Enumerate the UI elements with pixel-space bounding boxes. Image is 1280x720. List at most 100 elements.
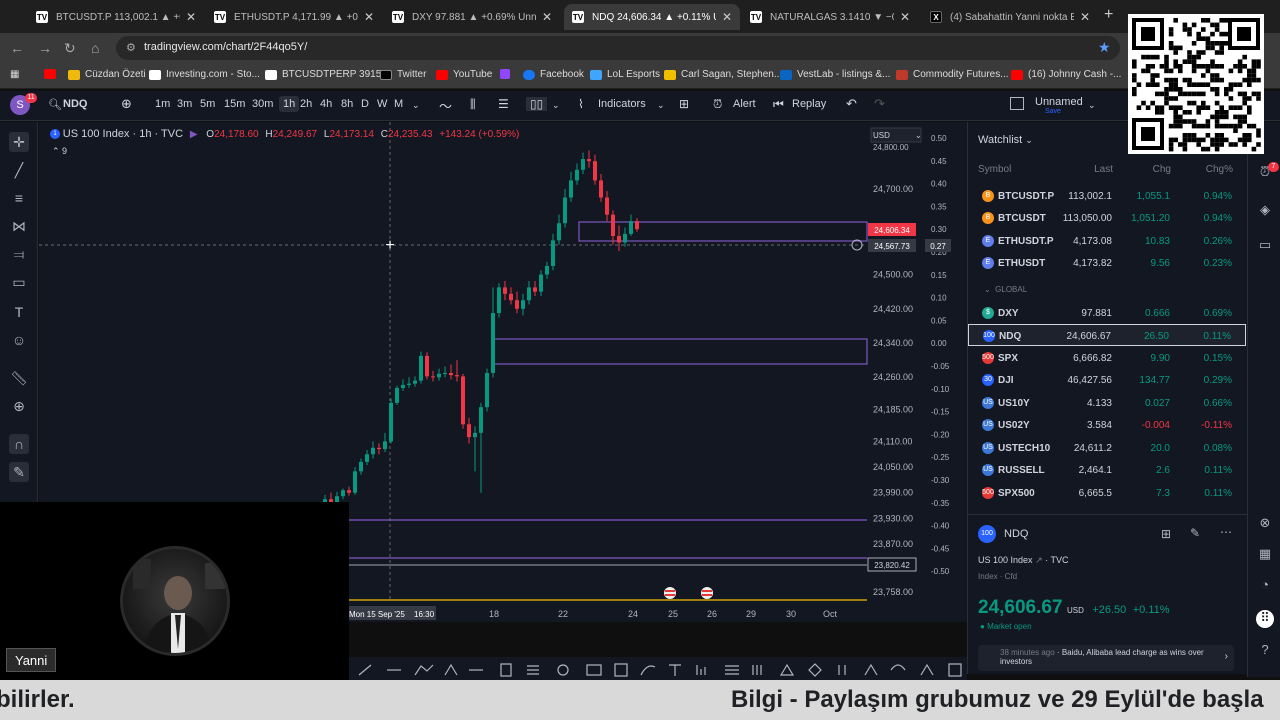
symbol-name[interactable]: NDQ: [63, 98, 87, 110]
bookmark-item[interactable]: [44, 69, 61, 79]
magnet-icon[interactable]: ∩: [9, 434, 29, 454]
replay-button[interactable]: Replay: [792, 98, 826, 110]
interval-2h[interactable]: 2h: [300, 98, 312, 110]
indicators-icon[interactable]: ⌇: [578, 97, 584, 111]
bookmark-item[interactable]: Facebook: [523, 69, 584, 80]
flag-icon[interactable]: ▶: [190, 129, 198, 140]
watchlist-row[interactable]: 30 DJI 46,427.56 134.77 0.29%: [968, 369, 1246, 391]
bookmark-star-icon[interactable]: ★: [1098, 39, 1111, 56]
col-header-chg[interactable]: Chg: [1153, 164, 1171, 175]
redo-icon[interactable]: ↷: [874, 96, 885, 112]
browser-tab[interactable]: TV DXY 97.881 ▲ +0.69% Unname ✕: [384, 4, 560, 30]
chevron-down-icon[interactable]: ⌄: [1088, 100, 1096, 111]
bookmark-item[interactable]: Carl Sagan, Stephen...: [664, 69, 782, 80]
watchlist-row[interactable]: E ETHUSDT.P 4,173.08 10.83 0.26%: [968, 230, 1246, 252]
news-item[interactable]: 38 minutes ago · Baidu, Alibaba lead cha…: [978, 645, 1234, 671]
calendar-icon[interactable]: ▦: [1256, 546, 1274, 564]
layout-name[interactable]: Unnamed: [1035, 96, 1083, 108]
layers-icon[interactable]: ◈: [1256, 202, 1274, 220]
ruler-icon[interactable]: 📏︎: [9, 368, 29, 388]
interval-3m[interactable]: 3m: [177, 98, 192, 110]
interval-15m[interactable]: 15m: [224, 98, 245, 110]
url-input[interactable]: ⚙ tradingview.com/chart/2F44qo5Y/: [116, 36, 1120, 60]
browser-tab[interactable]: TV BTCUSDT.P 113,002.1 ▲ +0.94% ✕: [28, 4, 204, 30]
interval-30m[interactable]: 30m: [252, 98, 273, 110]
legend-title[interactable]: US 100 Index · 1h · TVC: [63, 128, 183, 140]
bookmark-item[interactable]: VestLab - listings &...: [780, 69, 890, 80]
home-icon[interactable]: ⌂: [91, 40, 99, 56]
edit-icon[interactable]: ✎: [1190, 526, 1200, 540]
chat-icon[interactable]: ▭: [1256, 237, 1274, 255]
back-icon[interactable]: ←: [10, 40, 24, 56]
symbol-search-icon[interactable]: 🔍︎: [48, 98, 62, 111]
trend-line-icon[interactable]: ╱: [9, 160, 29, 180]
pattern-icon[interactable]: ⋈: [9, 216, 29, 236]
interval-D[interactable]: D: [361, 98, 369, 110]
chevron-down-icon[interactable]: ⌄: [657, 100, 665, 111]
notifications-icon[interactable]: ◔: [1256, 577, 1274, 595]
shape-icon[interactable]: ▭: [9, 272, 29, 292]
compare-icon[interactable]: ⊕: [121, 96, 132, 112]
watchlist-row[interactable]: US USTECH10 24,611.2 20.0 0.08%: [968, 437, 1246, 459]
bookmark-item[interactable]: LoL Esports: [590, 69, 660, 80]
close-tab-icon[interactable]: ✕: [1080, 10, 1090, 24]
interval-4h[interactable]: 4h: [320, 98, 332, 110]
reload-icon[interactable]: ↻: [64, 40, 76, 57]
bookmark-item[interactable]: BTCUSDTPERP 3915...: [265, 69, 390, 80]
watchlist-row[interactable]: $ DXY 97.881 0.666 0.69%: [968, 302, 1246, 324]
watchlist-row[interactable]: 100 NDQ 24,606.67 26.50 0.11%: [968, 324, 1246, 346]
watchlist-row[interactable]: US US02Y 3.584 -0.004 -0.11%: [968, 414, 1246, 436]
interval-W[interactable]: W: [377, 98, 387, 110]
drawing-tool-icons[interactable]: [349, 657, 967, 681]
candle-style-icon[interactable]: ☰: [498, 97, 509, 111]
forward-icon[interactable]: →: [38, 40, 52, 56]
browser-tab-active[interactable]: TV NDQ 24,606.34 ▲ +0.11% Unn ✕: [564, 4, 740, 30]
group-header[interactable]: ⌄ GLOBAL: [984, 285, 1027, 294]
layouts-icon[interactable]: ⊞: [679, 97, 689, 111]
emoji-icon[interactable]: ☺: [9, 330, 29, 350]
layout-icon[interactable]: [1010, 97, 1024, 110]
chevron-down-icon[interactable]: ⌄: [552, 100, 560, 111]
line-chart-icon[interactable]: 〜: [439, 96, 452, 115]
browser-tab[interactable]: TV ETHUSDT.P 4,171.99 ▲ +0.23% ✕: [206, 4, 382, 30]
col-header-symbol[interactable]: Symbol: [978, 164, 1011, 175]
watchlist-title[interactable]: Watchlist ⌄: [978, 134, 1033, 146]
close-tab-icon[interactable]: ✕: [364, 10, 374, 24]
interval-5m[interactable]: 5m: [200, 98, 215, 110]
external-link-icon[interactable]: ↗: [1035, 555, 1043, 565]
zoom-icon[interactable]: ⊕: [9, 396, 29, 416]
replay-icon[interactable]: ⏮︎: [773, 97, 784, 112]
watchlist-row[interactable]: US US10Y 4.133 0.027 0.66%: [968, 392, 1246, 414]
watchlist-row[interactable]: 500 SPX500 6,665.5 7.3 0.11%: [968, 482, 1246, 504]
grid-icon[interactable]: ⊞: [1161, 527, 1171, 541]
bookmark-item[interactable]: Cüzdan Özeti: [68, 69, 146, 80]
watchlist-row[interactable]: E ETHUSDT 4,173.82 9.56 0.23%: [968, 252, 1246, 274]
bookmark-item[interactable]: Facebook: [500, 69, 515, 79]
more-icon[interactable]: ⋯: [1220, 525, 1232, 539]
watchlist-row[interactable]: US RUSSELL 2,464.1 2.6 0.11%: [968, 459, 1246, 481]
indicators-collapse[interactable]: ⌃ 9: [52, 146, 519, 157]
watchlist-row[interactable]: B BTCUSDT.P 113,002.1 1,055.1 0.94%: [968, 185, 1246, 207]
detail-symbol[interactable]: NDQ: [1004, 528, 1028, 540]
bookmark-item[interactable]: (16) Johnny Cash -...: [1011, 69, 1121, 80]
chevron-down-icon[interactable]: ⌄: [412, 100, 420, 111]
bookmark-item[interactable]: Commodity Futures...: [896, 69, 1009, 80]
interval-M[interactable]: M: [394, 98, 403, 110]
bookmark-item[interactable]: YouTube: [436, 69, 492, 80]
alert-button[interactable]: Alert: [733, 98, 756, 110]
browser-tab[interactable]: TV NATURALGAS 3.1410 ▼ −0.04% ✕: [742, 4, 918, 30]
prediction-icon[interactable]: ⫤: [9, 244, 29, 264]
bar-style-icon[interactable]: ⫼: [470, 97, 476, 112]
bookmark-item[interactable]: Twitter: [380, 69, 426, 80]
watchlist-row[interactable]: B BTCUSDT 113,050.00 1,051.20 0.94%: [968, 207, 1246, 229]
close-tab-icon[interactable]: ✕: [722, 10, 732, 24]
col-header-last[interactable]: Last: [1094, 164, 1113, 175]
new-tab-icon[interactable]: +: [1104, 6, 1113, 24]
fib-icon[interactable]: ≡: [9, 188, 29, 208]
close-tab-icon[interactable]: ✕: [542, 10, 552, 24]
close-tab-icon[interactable]: ✕: [900, 10, 910, 24]
chart-type-icon[interactable]: ▯▯: [526, 97, 548, 111]
indicators-button[interactable]: Indicators: [598, 98, 646, 110]
interval-8h[interactable]: 8h: [341, 98, 353, 110]
close-tab-icon[interactable]: ✕: [186, 10, 196, 24]
